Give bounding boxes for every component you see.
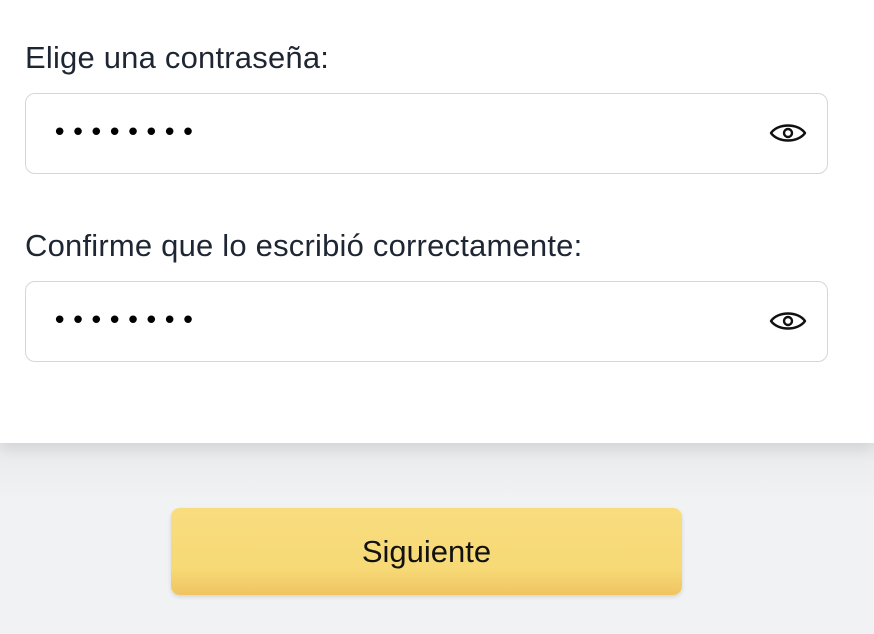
password-field[interactable] <box>25 93 828 174</box>
show-confirm-password-button[interactable] <box>769 308 807 334</box>
eye-icon <box>769 124 807 142</box>
eye-icon <box>769 312 807 330</box>
show-password-button[interactable] <box>769 120 807 146</box>
password-input[interactable] <box>52 94 752 172</box>
password-label: Elige una contraseña: <box>25 40 330 75</box>
next-button[interactable]: Siguiente <box>171 508 682 595</box>
password-form-card: Elige una contraseña: Confirme que lo es… <box>0 0 874 443</box>
confirm-password-input[interactable] <box>52 282 752 360</box>
confirm-password-label: Confirme que lo escribió correctamente: <box>25 228 583 263</box>
confirm-password-field[interactable] <box>25 281 828 362</box>
